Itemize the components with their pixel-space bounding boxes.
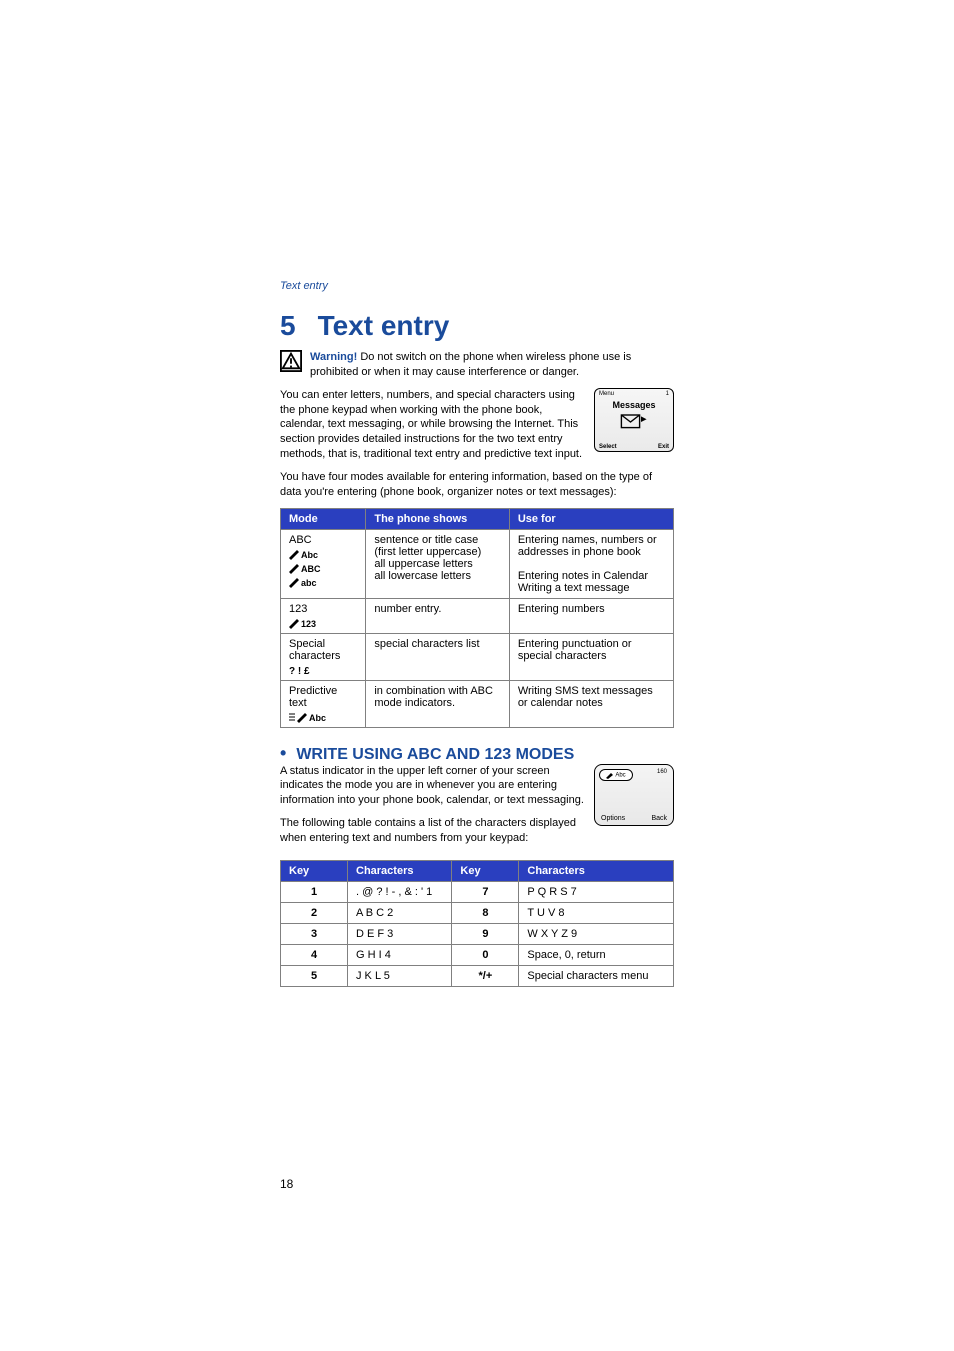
- key-th-1: Characters: [348, 860, 452, 881]
- pencil-123-icon: 123: [289, 617, 357, 629]
- warning-label: Warning!: [310, 351, 357, 363]
- svg-text:Abc: Abc: [309, 713, 326, 723]
- section-title: WRITE USING ABC AND 123 MODES: [296, 746, 574, 764]
- special-chars-icon: ? ! £: [289, 664, 357, 676]
- key-cell: 0: [452, 944, 519, 965]
- running-header: Text entry: [280, 280, 674, 292]
- mode-th-1: The phone shows: [366, 508, 509, 529]
- char-cell: W X Y Z 9: [519, 923, 674, 944]
- phone1-softkey-left: Select: [599, 444, 617, 450]
- svg-text:? ! £: ? ! £: [289, 666, 310, 676]
- svg-text:Abc: Abc: [301, 550, 318, 560]
- mode-use: Entering numbers: [509, 598, 673, 633]
- char-cell: D E F 3: [348, 923, 452, 944]
- mode-table: Mode The phone shows Use for ABC Abc ABC…: [280, 508, 674, 728]
- predictive-pencil-icon: Abc: [289, 711, 357, 723]
- key-cell: 4: [281, 944, 348, 965]
- mode-label: Predictive text: [289, 685, 337, 709]
- svg-text:ABC: ABC: [301, 564, 321, 574]
- phone1-softkey-right: Exit: [658, 444, 669, 450]
- table-row: 4 G H I 4 0 Space, 0, return: [281, 944, 674, 965]
- table-row: Special characters ? ! £ special charact…: [281, 633, 674, 680]
- table-row: 2 A B C 2 8 T U V 8: [281, 902, 674, 923]
- phone2-softkey-left: Options: [601, 815, 625, 822]
- char-cell: T U V 8: [519, 902, 674, 923]
- key-cell: 3: [281, 923, 348, 944]
- mode-use: Entering punctuation or special characte…: [509, 633, 673, 680]
- phone2-mode-indicator: Abc: [599, 769, 633, 781]
- phone-figure-input: Abc 160 Options Back: [594, 764, 674, 826]
- char-cell: G H I 4: [348, 944, 452, 965]
- chapter-number: 5: [280, 310, 296, 342]
- phone2-softkey-right: Back: [651, 815, 667, 822]
- warning-block: Warning! Do not switch on the phone when…: [280, 350, 674, 380]
- mode-use: Entering names, numbers or addresses in …: [509, 529, 673, 598]
- char-cell: Special characters menu: [519, 965, 674, 986]
- table-row: Predictive text Abc in combination with …: [281, 680, 674, 727]
- table-row: 3 D E F 3 9 W X Y Z 9: [281, 923, 674, 944]
- mode-shows: in combination with ABC mode indicators.: [366, 680, 509, 727]
- key-cell: 7: [452, 881, 519, 902]
- pencil-abc-lower-icon: abc: [289, 576, 357, 588]
- warning-icon: [280, 350, 302, 372]
- char-cell: P Q R S 7: [519, 881, 674, 902]
- bullet-icon: •: [280, 744, 286, 762]
- key-cell: 9: [452, 923, 519, 944]
- mode-th-0: Mode: [281, 508, 366, 529]
- key-cell: 2: [281, 902, 348, 923]
- mode-shows: special characters list: [366, 633, 509, 680]
- phone-figure-messages: Menu 1 Messages Select Exit: [594, 388, 674, 452]
- table-row: 1 . @ ? ! - , & : ' 1 7 P Q R S 7: [281, 881, 674, 902]
- intro-paragraph-2: You have four modes available for enteri…: [280, 470, 674, 500]
- warning-body: Do not switch on the phone when wireless…: [310, 351, 631, 378]
- mode-label: ABC: [289, 534, 312, 546]
- warning-text: Warning! Do not switch on the phone when…: [310, 350, 674, 380]
- char-cell: A B C 2: [348, 902, 452, 923]
- key-th-3: Characters: [519, 860, 674, 881]
- chapter-title: Text entry: [318, 310, 450, 342]
- mode-th-2: Use for: [509, 508, 673, 529]
- char-cell: J K L 5: [348, 965, 452, 986]
- key-cell: 8: [452, 902, 519, 923]
- mode-label: Special characters: [289, 638, 340, 662]
- pencil-abc-icon: Abc: [289, 548, 357, 560]
- key-th-2: Key: [452, 860, 519, 881]
- pencil-abc-upper-icon: ABC: [289, 562, 357, 574]
- char-cell: Space, 0, return: [519, 944, 674, 965]
- envelope-icon: [595, 412, 673, 434]
- phone1-title: Messages: [595, 400, 673, 410]
- key-cell: 1: [281, 881, 348, 902]
- mode-use: Writing SMS text messages or calendar no…: [509, 680, 673, 727]
- table-row: 5 J K L 5 */+ Special characters menu: [281, 965, 674, 986]
- key-cell: 5: [281, 965, 348, 986]
- table-row: ABC Abc ABC abc sentence or title case (…: [281, 529, 674, 598]
- mode-shows: number entry.: [366, 598, 509, 633]
- phone2-char-count: 160: [657, 769, 667, 775]
- mode-shows: sentence or title case (first letter upp…: [366, 529, 509, 598]
- chapter-heading: 5 Text entry: [280, 310, 674, 342]
- svg-text:abc: abc: [301, 578, 317, 588]
- phone1-top-left: Menu: [599, 391, 614, 397]
- section-heading: • WRITE USING ABC AND 123 MODES: [280, 744, 674, 764]
- char-cell: . @ ? ! - , & : ' 1: [348, 881, 452, 902]
- phone1-top-right: 1: [666, 391, 669, 397]
- key-th-0: Key: [281, 860, 348, 881]
- mode-label: 123: [289, 603, 307, 615]
- page-number: 18: [280, 1177, 293, 1191]
- key-table: Key Characters Key Characters 1 . @ ? ! …: [280, 860, 674, 987]
- svg-text:123: 123: [301, 619, 316, 629]
- table-row: 123 123 number entry. Entering numbers: [281, 598, 674, 633]
- key-cell: */+: [452, 965, 519, 986]
